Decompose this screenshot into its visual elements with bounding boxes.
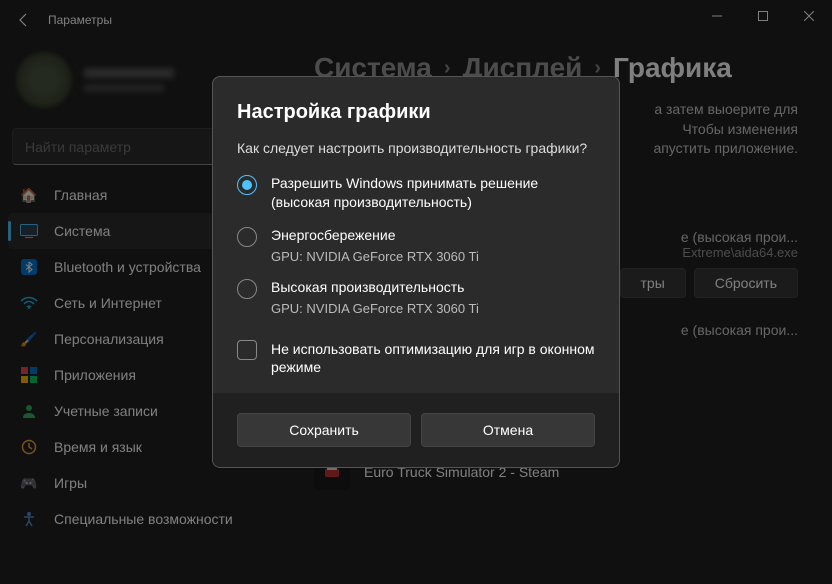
checkbox-windowed-optimization[interactable]: Не использовать оптимизацию для игр в ок… [237,340,595,378]
radio-gpu-info: GPU: NVIDIA GeForce RTX 3060 Ti [271,249,479,264]
radio-option-windows-decide[interactable]: Разрешить Windows принимать решение (выс… [237,174,595,212]
cancel-button[interactable]: Отмена [421,413,595,447]
radio-label: Разрешить Windows принимать решение (выс… [271,174,595,212]
radio-icon [237,279,257,299]
radio-option-power-saving[interactable]: Энергосбережение GPU: NVIDIA GeForce RTX… [237,226,595,264]
radio-icon [237,227,257,247]
radio-icon [237,175,257,195]
checkbox-icon [237,340,257,360]
checkbox-label: Не использовать оптимизацию для игр в ок… [271,340,595,378]
dialog-subtitle: Как следует настроить производительность… [237,140,595,156]
modal-overlay: Настройка графики Как следует настроить … [0,0,832,584]
graphics-preference-dialog: Настройка графики Как следует настроить … [212,76,620,468]
radio-gpu-info: GPU: NVIDIA GeForce RTX 3060 Ti [271,301,479,316]
radio-option-high-performance[interactable]: Высокая производительность GPU: NVIDIA G… [237,278,595,316]
dialog-title: Настройка графики [237,101,595,124]
save-button[interactable]: Сохранить [237,413,411,447]
radio-label: Энергосбережение [271,226,479,245]
radio-label: Высокая производительность [271,278,479,297]
